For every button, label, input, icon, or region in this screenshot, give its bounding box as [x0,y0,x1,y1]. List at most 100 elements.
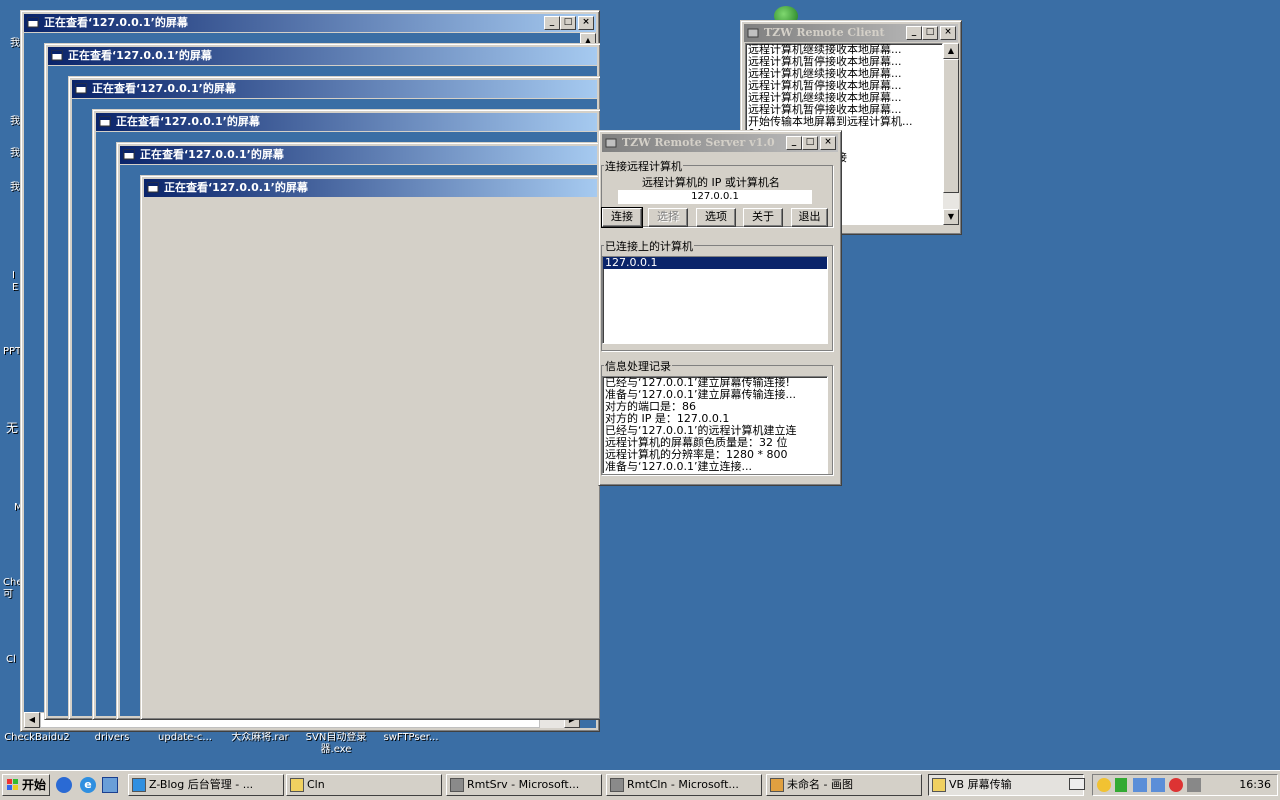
connect-group: 连接远程计算机 远程计算机的 IP 或计算机名 127.0.0.1 连接 选择 … [601,158,833,228]
viewer-title-bar[interactable]: 正在查看‘127.0.0.1’的屏幕 [72,80,597,98]
browser-icon[interactable] [56,777,72,793]
viewer-title: 正在查看‘127.0.0.1’的屏幕 [116,115,260,128]
taskbar-button-label: 未命名 - 画图 [787,778,853,791]
scroll-left-button[interactable]: ◀ [24,712,40,728]
viewer-title-bar[interactable]: 正在查看‘127.0.0.1’的屏幕 _ □ × [24,14,596,32]
ip-input[interactable]: 127.0.0.1 [618,190,812,204]
folder-icon [290,778,304,792]
desktop-icon-label[interactable]: Cl [6,654,16,666]
viewer-screen-area[interactable] [144,198,597,716]
window-icon [27,17,39,28]
window-controls: _ □ × [786,136,836,150]
server-log-list[interactable]: 已经与‘127.0.0.1’建立屏幕传输连接! 准备与‘127.0.0.1’建立屏… [602,376,828,474]
viewer-title-bar[interactable]: 正在查看‘127.0.0.1’的屏幕 [96,113,597,131]
viewer-title-bar[interactable]: 正在查看‘127.0.0.1’的屏幕 [48,47,597,65]
viewer-title: 正在查看‘127.0.0.1’的屏幕 [44,16,188,29]
screen-viewer-window[interactable]: 正在查看‘127.0.0.1’的屏幕 [140,175,600,720]
taskbar-button-label: Cln [307,778,325,791]
desktop-icon-label[interactable]: 我 [10,116,20,128]
about-button[interactable]: 关于 [743,208,783,227]
vb-icon [610,778,624,792]
desktop-icon-label[interactable]: swFTPser... [376,732,446,744]
viewer-title-bar[interactable]: 正在查看‘127.0.0.1’的屏幕 [144,179,597,197]
ie-icon[interactable]: e [80,777,96,793]
desktop-icon-label[interactable]: 无 [6,422,18,434]
taskbar-button[interactable]: RmtCln - Microsoft... [606,774,762,796]
client-title-bar[interactable]: TZW Remote Client _ □ × [744,24,958,42]
app-icon [747,28,759,38]
desktop-icon-label[interactable]: drivers [78,732,146,744]
minimize-button[interactable]: _ [786,136,802,150]
server-title: TZW Remote Server v1.0 [622,136,775,149]
minimize-button[interactable]: _ [906,26,922,40]
desktop-icon-label[interactable]: 大众麻将.rar [226,732,294,744]
ie-icon [132,778,146,792]
log-group-label: 信息处理记录 [604,358,672,374]
exit-button[interactable]: 退出 [791,208,828,227]
connect-group-label: 连接远程计算机 [604,158,683,174]
desktop-icon-label[interactable]: CheckBaidu2 [2,732,72,744]
taskbar-button-label: RmtCln - Microsoft... [627,778,739,791]
network-icon[interactable] [1133,778,1147,792]
taskbar-button-label: Z-Blog 后台管理 - ... [149,778,254,791]
network-icon[interactable] [1151,778,1165,792]
desktop-icon-label[interactable]: 我 [10,182,20,194]
viewer-title-bar[interactable]: 正在查看‘127.0.0.1’的屏幕 [120,146,597,164]
desktop-icon-label[interactable]: SVN自动登录器.exe [298,732,374,756]
desktop-icon-label[interactable]: 可 [3,589,13,601]
maximize-button[interactable]: □ [802,136,818,150]
folder-icon [932,778,946,792]
select-button[interactable]: 选择 [648,208,688,227]
viewer-title: 正在查看‘127.0.0.1’的屏幕 [140,148,284,161]
desktop-icon-label[interactable]: 我 [10,148,20,160]
green-app-icon[interactable] [1115,778,1127,792]
window-icon [75,83,87,94]
scroll-thumb[interactable] [943,59,959,193]
desktop-icon-label[interactable]: E [12,282,18,294]
system-tray: 16:36 [1069,774,1278,796]
qq-icon[interactable] [1097,778,1111,792]
log-group: 信息处理记录 已经与‘127.0.0.1’建立屏幕传输连接! 准备与‘127.0.… [601,358,833,475]
taskbar-button[interactable]: 未命名 - 画图 [766,774,922,796]
client-log-scrollbar[interactable]: ▲ ▼ [943,43,959,225]
taskbar-button[interactable]: Cln [286,774,442,796]
window-icon [123,149,135,160]
list-item[interactable]: 127.0.0.1 [603,257,827,269]
connected-group-label: 已连接上的计算机 [604,238,694,254]
close-button[interactable]: × [940,26,956,40]
connected-list[interactable]: 127.0.0.1 [602,256,828,344]
close-button[interactable]: × [820,136,836,150]
close-button[interactable]: × [578,16,594,30]
connect-button[interactable]: 连接 [601,207,643,228]
desktop-icon-label[interactable]: PPT [3,346,21,358]
vb-icon [450,778,464,792]
options-button[interactable]: 选项 [696,208,736,227]
start-button[interactable]: 开始 [2,774,50,796]
taskbar-button[interactable]: Z-Blog 后台管理 - ... [128,774,284,796]
desktop-icon-label[interactable]: update-c... [150,732,220,744]
keyboard-icon[interactable] [1069,778,1085,790]
window-controls: _ □ × [906,26,956,40]
scroll-up-button[interactable]: ▲ [943,43,959,59]
window-icon [147,182,159,193]
log-line: 开始传输本地屏幕到远程计算机... [748,115,913,128]
taskbar-button-label: VB 屏幕传输 [949,778,1012,791]
app-icon [605,138,617,148]
maximize-button[interactable]: □ [922,26,938,40]
desktop-icon-label[interactable]: I [12,270,15,282]
taskbar-button[interactable]: VB 屏幕传输 [928,774,1084,796]
desktop-icon-label[interactable]: 我 [10,38,20,50]
minimize-button[interactable]: _ [544,16,560,30]
desktop-icon[interactable] [102,777,118,793]
maximize-button[interactable]: □ [560,16,576,30]
viewer-title: 正在查看‘127.0.0.1’的屏幕 [164,181,308,194]
scroll-down-button[interactable]: ▼ [943,209,959,225]
clock[interactable]: 16:36 [1239,775,1271,795]
volume-icon[interactable] [1187,778,1201,792]
security-icon[interactable] [1169,778,1183,792]
taskbar-button[interactable]: RmtSrv - Microsoft... [446,774,602,796]
server-window[interactable]: TZW Remote Server v1.0 _ □ × 连接远程计算机 远程计… [598,130,842,486]
taskbar-button-label: RmtSrv - Microsoft... [467,778,580,791]
server-title-bar[interactable]: TZW Remote Server v1.0 _ □ × [602,134,838,152]
window-icon [51,50,63,61]
